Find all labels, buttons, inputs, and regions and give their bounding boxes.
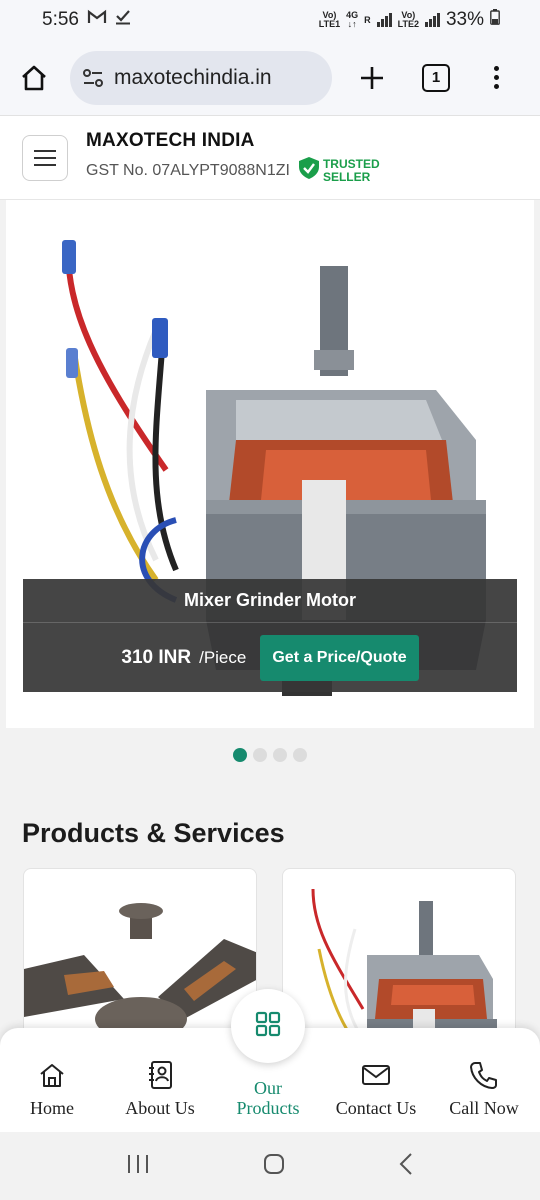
hero-caption: Mixer Grinder Motor 310 INR /Piece Get a… (23, 579, 517, 692)
nav-home[interactable]: Home (0, 1058, 106, 1119)
company-name[interactable]: MAXOTECH INDIA (86, 130, 380, 152)
nav-about-label: About Us (125, 1098, 195, 1118)
carousel-dots (0, 748, 540, 762)
4g-indicator: 4G ↓↑ (346, 10, 359, 29)
hero-price-unit: /Piece (199, 647, 247, 667)
contact-book-icon (106, 1058, 214, 1092)
gst-number: GST No. 07ALYPT9088N1ZI (86, 161, 290, 179)
nav-our-products-button[interactable] (231, 989, 305, 1063)
trusted-seller-badge: TRUSTED SELLER (298, 156, 380, 185)
carousel-dot[interactable] (253, 748, 267, 762)
battery-icon (490, 9, 500, 31)
hamburger-menu-button[interactable] (22, 134, 68, 181)
carousel-dot[interactable] (293, 748, 307, 762)
nav-contact[interactable]: Contact Us (322, 1058, 430, 1119)
battery-level: 33% (445, 9, 484, 30)
system-navigation-bar (0, 1132, 540, 1200)
nav-call-label: Call Now (449, 1098, 519, 1118)
more-options-icon[interactable] (494, 66, 499, 89)
phone-icon (430, 1058, 538, 1092)
get-quote-button[interactable]: Get a Price/Quote (260, 634, 419, 681)
roaming-indicator: R (364, 14, 371, 25)
grid-icon (254, 1010, 282, 1043)
volte1-indicator: Vo) LTE1 (318, 10, 341, 29)
system-home-icon[interactable] (262, 1152, 286, 1181)
status-bar: 5:56 Vo) LTE1 4G ↓↑ R Vo) LTE2 33% (0, 0, 540, 40)
products-section-title: Products & Services (22, 818, 285, 848)
site-header: MAXOTECH INDIA GST No. 07ALYPT9088N1ZI T… (0, 116, 540, 200)
home-icon (0, 1058, 106, 1092)
nav-call[interactable]: Call Now (430, 1058, 538, 1119)
nav-home-label: Home (30, 1098, 74, 1118)
browser-toolbar: maxotechindia.in 1 (0, 40, 540, 116)
home-icon[interactable] (14, 58, 54, 98)
recent-apps-icon[interactable] (126, 1153, 150, 1180)
address-bar[interactable]: maxotechindia.in (70, 50, 332, 105)
nav-contact-label: Contact Us (335, 1098, 417, 1118)
url-text[interactable]: maxotechindia.in (114, 66, 272, 90)
carousel-dot[interactable] (273, 748, 287, 762)
mail-icon (322, 1058, 430, 1092)
hero-product-name[interactable]: Mixer Grinder Motor (23, 579, 517, 623)
nav-about[interactable]: About Us (106, 1058, 214, 1119)
back-icon[interactable] (398, 1152, 414, 1181)
shield-check-icon (298, 156, 320, 185)
brand-block: MAXOTECH INDIA GST No. 07ALYPT9088N1ZI T… (86, 130, 380, 185)
tab-switcher-button[interactable]: 1 (422, 63, 450, 92)
status-time: 5:56 (42, 9, 79, 30)
new-tab-icon[interactable] (352, 58, 392, 98)
carousel-dot[interactable] (233, 748, 247, 762)
signal-1-icon (376, 13, 392, 27)
gmail-icon (87, 9, 107, 31)
nav-our-products-label[interactable]: Our Products (214, 1078, 322, 1118)
volte2-indicator: Vo) LTE2 (397, 10, 419, 29)
download-done-icon (115, 9, 131, 31)
site-settings-icon[interactable] (82, 67, 104, 89)
hero-price: 310 INR (121, 646, 192, 668)
hero-carousel[interactable]: Mixer Grinder Motor 310 INR /Piece Get a… (6, 200, 534, 728)
signal-2-icon (424, 13, 440, 27)
